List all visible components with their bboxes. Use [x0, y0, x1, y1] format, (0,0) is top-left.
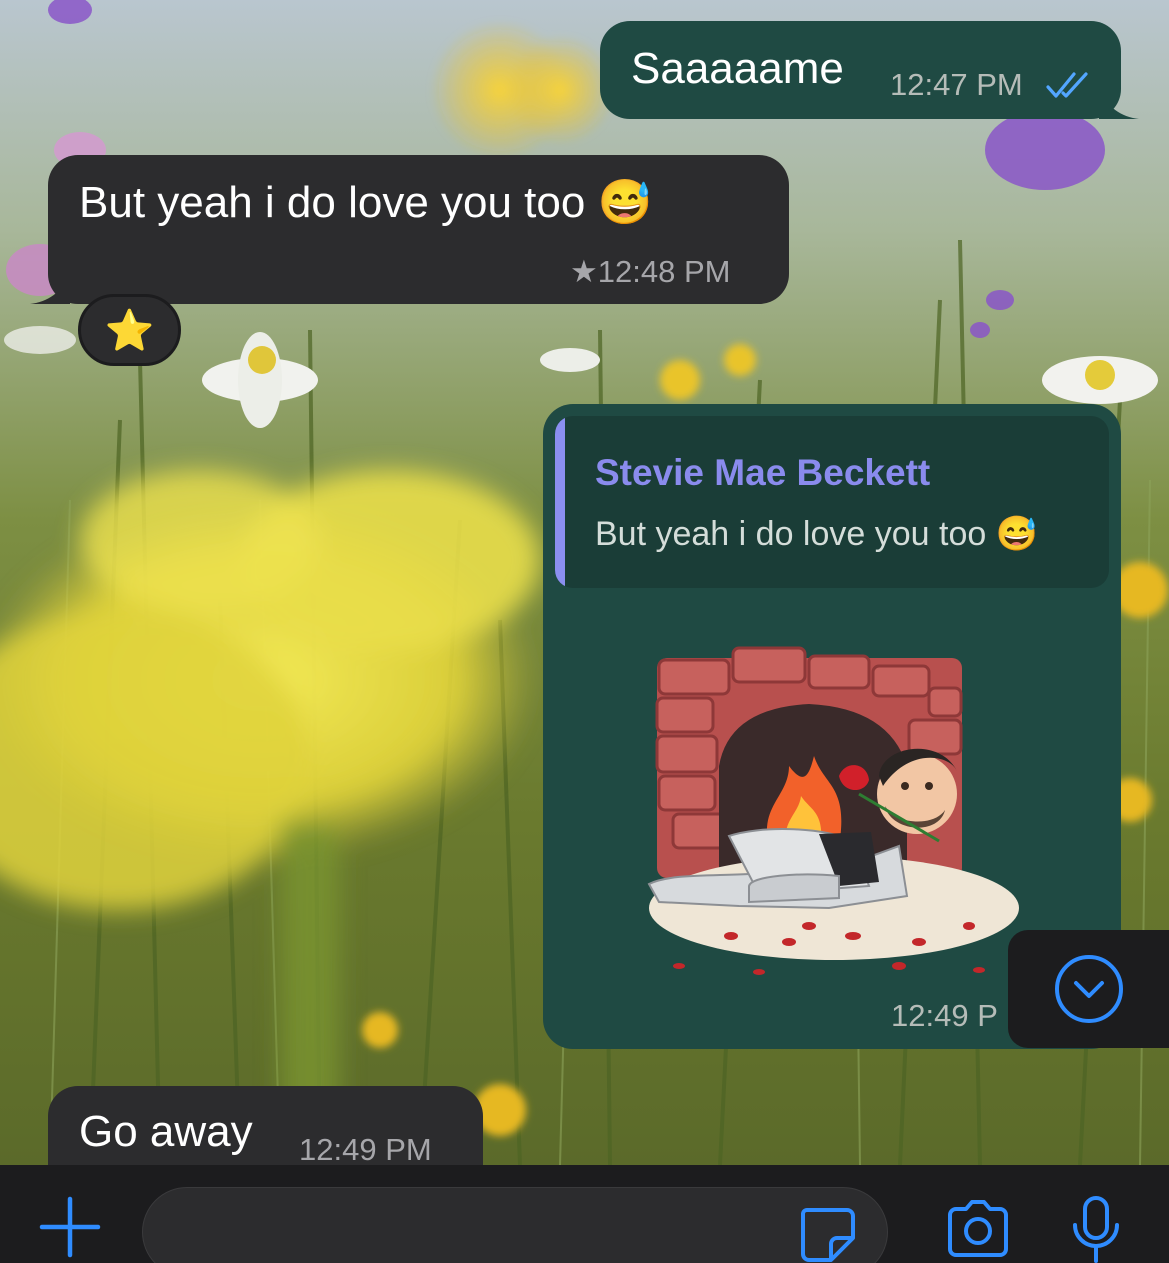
- quoted-author-name: Stevie Mae Beckett: [595, 452, 931, 493]
- message-bubble-outgoing[interactable]: Saaaaame 12:47 PM: [600, 21, 1139, 119]
- double-check-read-icon: [1046, 72, 1088, 98]
- message-timestamp: 12:48 PM: [597, 254, 731, 289]
- chevron-down-circle-icon: [1054, 955, 1123, 1023]
- scroll-to-bottom-button[interactable]: [1008, 930, 1169, 1048]
- message-timestamp: 12:49 P: [891, 998, 998, 1033]
- message-text: Saaaaame: [631, 44, 844, 93]
- message-bubble-incoming[interactable]: But yeah i do love you too 😅 ★12:48 PM: [30, 155, 789, 304]
- quoted-message[interactable]: Stevie Mae Beckett But yeah i do love yo…: [555, 416, 1109, 588]
- message-bubble-incoming[interactable]: Go away 12:49 PM: [48, 1086, 483, 1167]
- message-timestamp: 12:47 PM: [890, 67, 1023, 102]
- bubble-tail: [1099, 89, 1139, 119]
- starred-indicator: ★12:48 PM: [570, 254, 731, 290]
- quoted-message-text: But yeah i do love you too 😅: [595, 515, 1039, 553]
- message-input-bar: [0, 1165, 1169, 1263]
- bubble-tail: [30, 274, 70, 304]
- message-text-field[interactable]: [142, 1187, 888, 1263]
- message-text: But yeah i do love you too 😅: [79, 178, 653, 227]
- star-icon: ★: [570, 254, 598, 289]
- microphone-icon[interactable]: [1068, 1195, 1124, 1263]
- message-text: Go away: [79, 1107, 253, 1156]
- star-emoji-icon: ⭐: [104, 308, 155, 353]
- camera-icon[interactable]: [944, 1199, 1012, 1259]
- plus-icon[interactable]: [38, 1195, 102, 1259]
- quote-accent-bar: [555, 416, 565, 588]
- message-reaction-star[interactable]: ⭐: [78, 294, 181, 366]
- message-timestamp: 12:49 PM: [299, 1132, 432, 1167]
- sticker-icon[interactable]: [797, 1204, 857, 1263]
- avatar-fireplace-sticker[interactable]: [639, 636, 1029, 986]
